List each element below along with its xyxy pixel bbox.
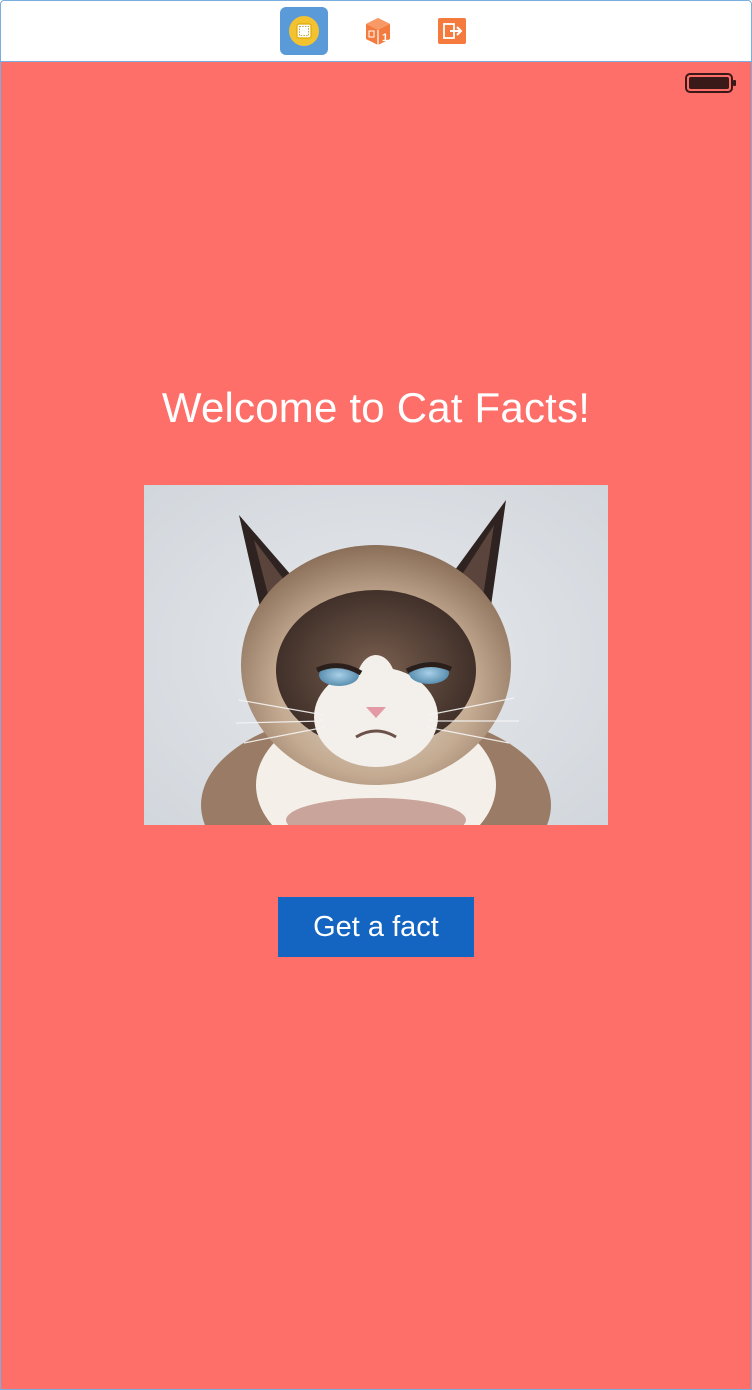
scene-dock: 1 — [1, 1, 751, 62]
first-responder-button[interactable]: 1 — [354, 7, 402, 55]
view-controller-icon — [289, 16, 319, 46]
get-fact-button[interactable]: Get a fact — [278, 897, 474, 957]
view-controller-button[interactable] — [280, 7, 328, 55]
exit-button[interactable] — [428, 7, 476, 55]
battery-full-icon — [685, 73, 736, 93]
grumpy-cat-image — [144, 485, 608, 825]
grumpy-cat-photo — [144, 485, 608, 825]
welcome-title: Welcome to Cat Facts! — [161, 384, 591, 431]
view-controller-canvas: Welcome to Cat Facts! Get a fact — [1, 62, 751, 1389]
svg-text:1: 1 — [382, 32, 388, 44]
first-responder-icon: 1 — [366, 18, 390, 45]
exit-icon — [438, 18, 466, 44]
storyboard-scene: 1 Welcome to Cat Facts! Get a fact — [0, 0, 752, 1390]
